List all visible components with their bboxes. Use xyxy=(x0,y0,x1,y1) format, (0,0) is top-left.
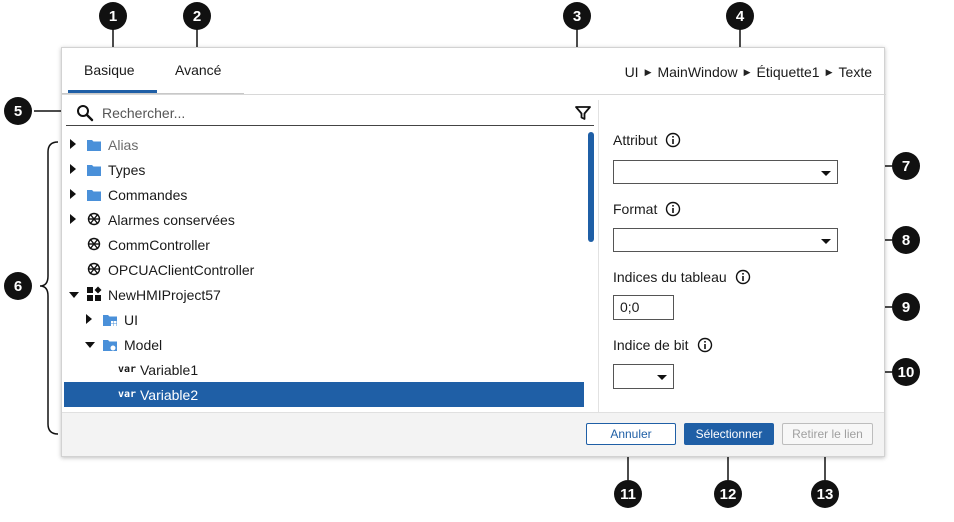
tree-item-label: UI xyxy=(124,311,138,328)
variable-tree: Alias Types Commandes Alarmes conservées… xyxy=(64,130,586,410)
chevron-down-icon xyxy=(821,239,831,244)
collapse-arrow-icon[interactable] xyxy=(85,342,95,348)
breadcrumb-separator-icon: ▶ xyxy=(743,66,751,77)
search-icon xyxy=(77,105,94,122)
expand-arrow-icon[interactable] xyxy=(70,164,76,174)
callout-3: 3 xyxy=(563,2,591,30)
callout-6: 6 xyxy=(4,272,32,300)
variable-picker-dialog: Basique Avancé UI ▶ MainWindow ▶ Étiquet… xyxy=(61,47,886,457)
tab-basique[interactable]: Basique xyxy=(84,62,135,78)
format-dropdown[interactable] xyxy=(613,228,838,252)
callout-4: 4 xyxy=(726,2,754,30)
tree-item-label: Variable2 xyxy=(140,386,199,403)
header-divider xyxy=(62,94,886,95)
tree-scrollbar[interactable] xyxy=(588,132,594,242)
array-indices-input[interactable]: 0;0 xyxy=(613,295,674,320)
expand-arrow-icon[interactable] xyxy=(70,214,76,224)
ui-folder-icon xyxy=(103,315,117,326)
callout-13: 13 xyxy=(811,480,839,508)
folder-icon xyxy=(87,140,101,151)
callout-8: 8 xyxy=(892,226,920,254)
tree-item-label: Model xyxy=(124,336,163,353)
callout-7: 7 xyxy=(892,152,920,180)
format-label: Format xyxy=(613,201,681,217)
remove-link-button[interactable]: Retirer le lien xyxy=(782,423,873,445)
chevron-down-icon xyxy=(657,375,667,380)
breadcrumb-item-texte[interactable]: Texte xyxy=(839,64,872,80)
tree-item-label: Commandes xyxy=(108,186,188,203)
info-icon[interactable] xyxy=(665,201,681,217)
variable-type-tag: var xyxy=(118,389,137,400)
breadcrumb-item-ui[interactable]: UI xyxy=(625,64,639,80)
tree-item-model[interactable]: Model xyxy=(64,332,584,357)
tree-item-variable2[interactable]: var Variable2 xyxy=(64,382,584,407)
expand-arrow-icon[interactable] xyxy=(70,189,76,199)
tree-item-label: Types xyxy=(108,161,146,178)
search-bar xyxy=(66,100,594,126)
tree-item-alias[interactable]: Alias xyxy=(64,132,584,157)
bit-index-dropdown[interactable] xyxy=(613,364,674,389)
attribut-dropdown[interactable] xyxy=(613,160,838,184)
panel-divider xyxy=(598,100,599,412)
attribut-label: Attribut xyxy=(613,132,681,148)
field-label-text: Format xyxy=(613,201,658,217)
tree-item-ui[interactable]: UI xyxy=(64,307,584,332)
filter-icon[interactable] xyxy=(574,104,592,122)
tree-item-types[interactable]: Types xyxy=(64,157,584,182)
tree-item-commandes[interactable]: Commandes xyxy=(64,182,584,207)
callout-5: 5 xyxy=(4,97,32,125)
callout-12: 12 xyxy=(714,480,742,508)
folder-icon xyxy=(87,165,101,176)
network-icon xyxy=(87,262,101,276)
tree-item-label: Alarmes conservées xyxy=(108,211,235,228)
callout-9: 9 xyxy=(892,293,920,321)
callout-11: 11 xyxy=(614,480,642,508)
tree-item-label: CommController xyxy=(108,236,210,253)
callout-2: 2 xyxy=(183,2,211,30)
search-input[interactable] xyxy=(102,103,542,123)
collapse-arrow-icon[interactable] xyxy=(69,292,79,298)
cancel-button[interactable]: Annuler xyxy=(586,423,676,445)
tab-avance[interactable]: Avancé xyxy=(175,62,221,78)
expand-arrow-icon[interactable] xyxy=(86,314,92,324)
model-folder-icon xyxy=(103,340,117,351)
network-icon xyxy=(87,237,101,251)
indices-label: Indices du tableau xyxy=(613,269,751,285)
info-icon[interactable] xyxy=(735,269,751,285)
tree-item-opcuaclientcontroller[interactable]: OPCUAClientController xyxy=(64,257,584,282)
tab-bar: Basique Avancé xyxy=(62,48,244,94)
breadcrumb-item-mainwindow[interactable]: MainWindow xyxy=(657,64,737,80)
tree-item-label: Variable1 xyxy=(140,361,199,378)
breadcrumb-separator-icon: ▶ xyxy=(644,66,652,77)
tree-item-newhmiproject57[interactable]: NewHMIProject57 xyxy=(64,282,584,307)
tree-item-label: OPCUAClientController xyxy=(108,261,255,278)
project-icon xyxy=(87,286,102,301)
field-label-text: Attribut xyxy=(613,132,658,148)
callout-10: 10 xyxy=(892,358,920,386)
breadcrumb: UI ▶ MainWindow ▶ Étiquette1 ▶ Texte xyxy=(625,64,872,80)
field-label-text: Indices du tableau xyxy=(613,269,727,285)
dialog-footer: Annuler Sélectionner Retirer le lien xyxy=(62,412,884,456)
tree-item-label: Alias xyxy=(108,136,139,153)
tree-item-commcontroller[interactable]: CommController xyxy=(64,232,584,257)
breadcrumb-separator-icon: ▶ xyxy=(825,66,833,77)
select-button[interactable]: Sélectionner xyxy=(684,423,774,445)
tree-item-variable1[interactable]: var Variable1 xyxy=(64,357,584,382)
tree-item-alarmes-conservees[interactable]: Alarmes conservées xyxy=(64,207,584,232)
info-icon[interactable] xyxy=(697,337,713,353)
field-label-text: Indice de bit xyxy=(613,337,689,353)
chevron-down-icon xyxy=(821,171,831,176)
expand-arrow-icon[interactable] xyxy=(70,139,76,149)
variable-type-tag: var xyxy=(118,364,137,375)
network-icon xyxy=(87,212,101,226)
tree-item-label: NewHMIProject57 xyxy=(108,286,221,303)
folder-icon xyxy=(87,190,101,201)
bit-index-label: Indice de bit xyxy=(613,337,713,353)
info-icon[interactable] xyxy=(665,132,681,148)
callout-1: 1 xyxy=(99,2,127,30)
breadcrumb-item-etiquette1[interactable]: Étiquette1 xyxy=(757,64,820,80)
